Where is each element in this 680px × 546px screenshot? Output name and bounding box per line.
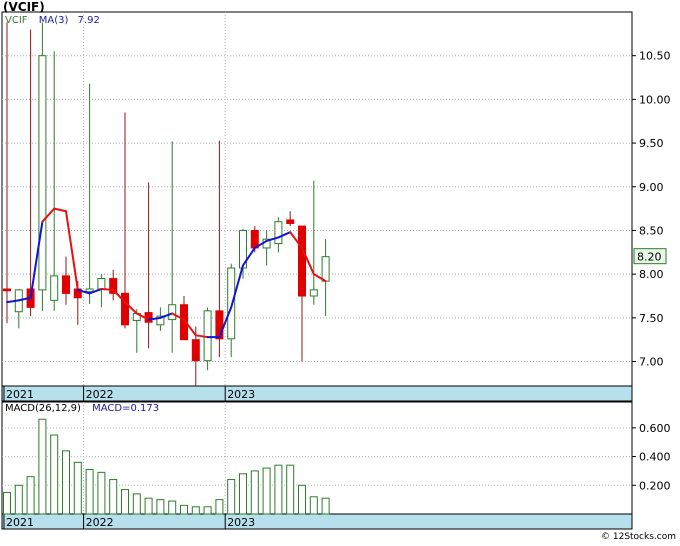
candle-body-up (97, 278, 106, 290)
macd-bar (309, 496, 318, 515)
ma-line-segment (100, 288, 115, 291)
macd-year-label: 2023 (227, 516, 255, 529)
candle-body-down (286, 219, 295, 224)
price-tick-label: 10.00 (639, 93, 671, 106)
candle-body-up (274, 221, 283, 245)
site-credit: © 12Stocks.com (601, 532, 676, 542)
macd-bar (3, 491, 11, 515)
macd-bar (180, 504, 188, 515)
macd-bar (38, 418, 47, 515)
macd-bar (227, 479, 236, 515)
price-tick-label: 8.00 (639, 268, 664, 281)
chart-window: 7.00 7.50 8.00 8.50 9.00 9.50 10.00 10.50 0.200 0… (0, 0, 680, 546)
macd-bar (239, 473, 247, 515)
macd-bar (298, 484, 306, 515)
macd-bar (191, 506, 200, 515)
macd-bar (203, 506, 212, 515)
macd-legend: MACD(26,12,9) MACD=0.173 (5, 403, 159, 414)
candle-body-down (191, 339, 200, 362)
macd-bar (26, 476, 35, 515)
price-year-label: 2023 (227, 388, 255, 401)
macd-tick-label: 0.400 (639, 451, 671, 464)
candle-body-down (62, 275, 70, 294)
macd-bar (50, 434, 59, 515)
macd-bar (132, 493, 141, 515)
candle-body-down (298, 225, 306, 297)
price-tick-label: 8.50 (639, 224, 664, 237)
candle-body-up (309, 289, 318, 297)
macd-bar (109, 479, 118, 515)
candle-body-down (3, 288, 11, 292)
macd-bar (14, 484, 23, 515)
macd-bar (144, 497, 153, 515)
macd-bar (121, 489, 129, 515)
macd-bar (262, 467, 271, 515)
ticker-title: (VCIF) (3, 0, 45, 14)
macd-bar (85, 468, 94, 515)
macd-bar (321, 497, 330, 515)
candle-body-up (85, 288, 94, 293)
macd-bar (62, 450, 70, 515)
price-panel-frame (1, 11, 633, 387)
macd-bar (97, 471, 106, 515)
macd-bar (286, 464, 295, 515)
price-legend: VCIF MA(3) 7.92 (5, 15, 100, 26)
candle-body-down (121, 292, 129, 326)
macd-tick-label: 0.600 (639, 422, 671, 435)
macd-year-label: 2022 (86, 516, 114, 529)
legend-ma-value: 7.92 (77, 15, 100, 26)
macd-year-label: 2021 (6, 516, 34, 529)
macd-bar (274, 464, 283, 515)
macd-bar (73, 461, 82, 515)
price-year-label: 2021 (6, 388, 34, 401)
macd-value-label: MACD=0.173 (92, 403, 160, 414)
last-price-badge: 8.20 (633, 248, 667, 265)
macd-bar (156, 499, 165, 515)
candle-body-up (50, 275, 59, 301)
macd-tick-label: 0.200 (639, 479, 671, 492)
stock-chart: 7.00 7.50 8.00 8.50 9.00 9.50 10.00 10.50 0.200 0… (1, 11, 671, 530)
price-year-label: 2022 (86, 388, 114, 401)
candle-body-up (321, 256, 330, 282)
candle-body-up (168, 304, 177, 321)
legend-symbol: VCIF (5, 15, 28, 26)
macd-bar (250, 470, 259, 515)
price-tick-label: 9.50 (639, 137, 664, 150)
candle-body-up (38, 55, 47, 291)
legend-ma-label: MA(3) (38, 15, 69, 26)
macd-bar (215, 499, 224, 515)
macd-params-label: MACD(26,12,9) (5, 403, 81, 414)
price-tick-label: 9.00 (639, 181, 664, 194)
price-tick-label: 7.50 (639, 312, 664, 325)
price-tick-label: 7.00 (639, 356, 664, 369)
last-price-label: 8.20 (637, 251, 662, 264)
candle-body-down (250, 229, 259, 249)
price-tick-label: 10.50 (639, 50, 671, 63)
macd-bar (168, 500, 177, 515)
candle-body-up (227, 267, 236, 340)
